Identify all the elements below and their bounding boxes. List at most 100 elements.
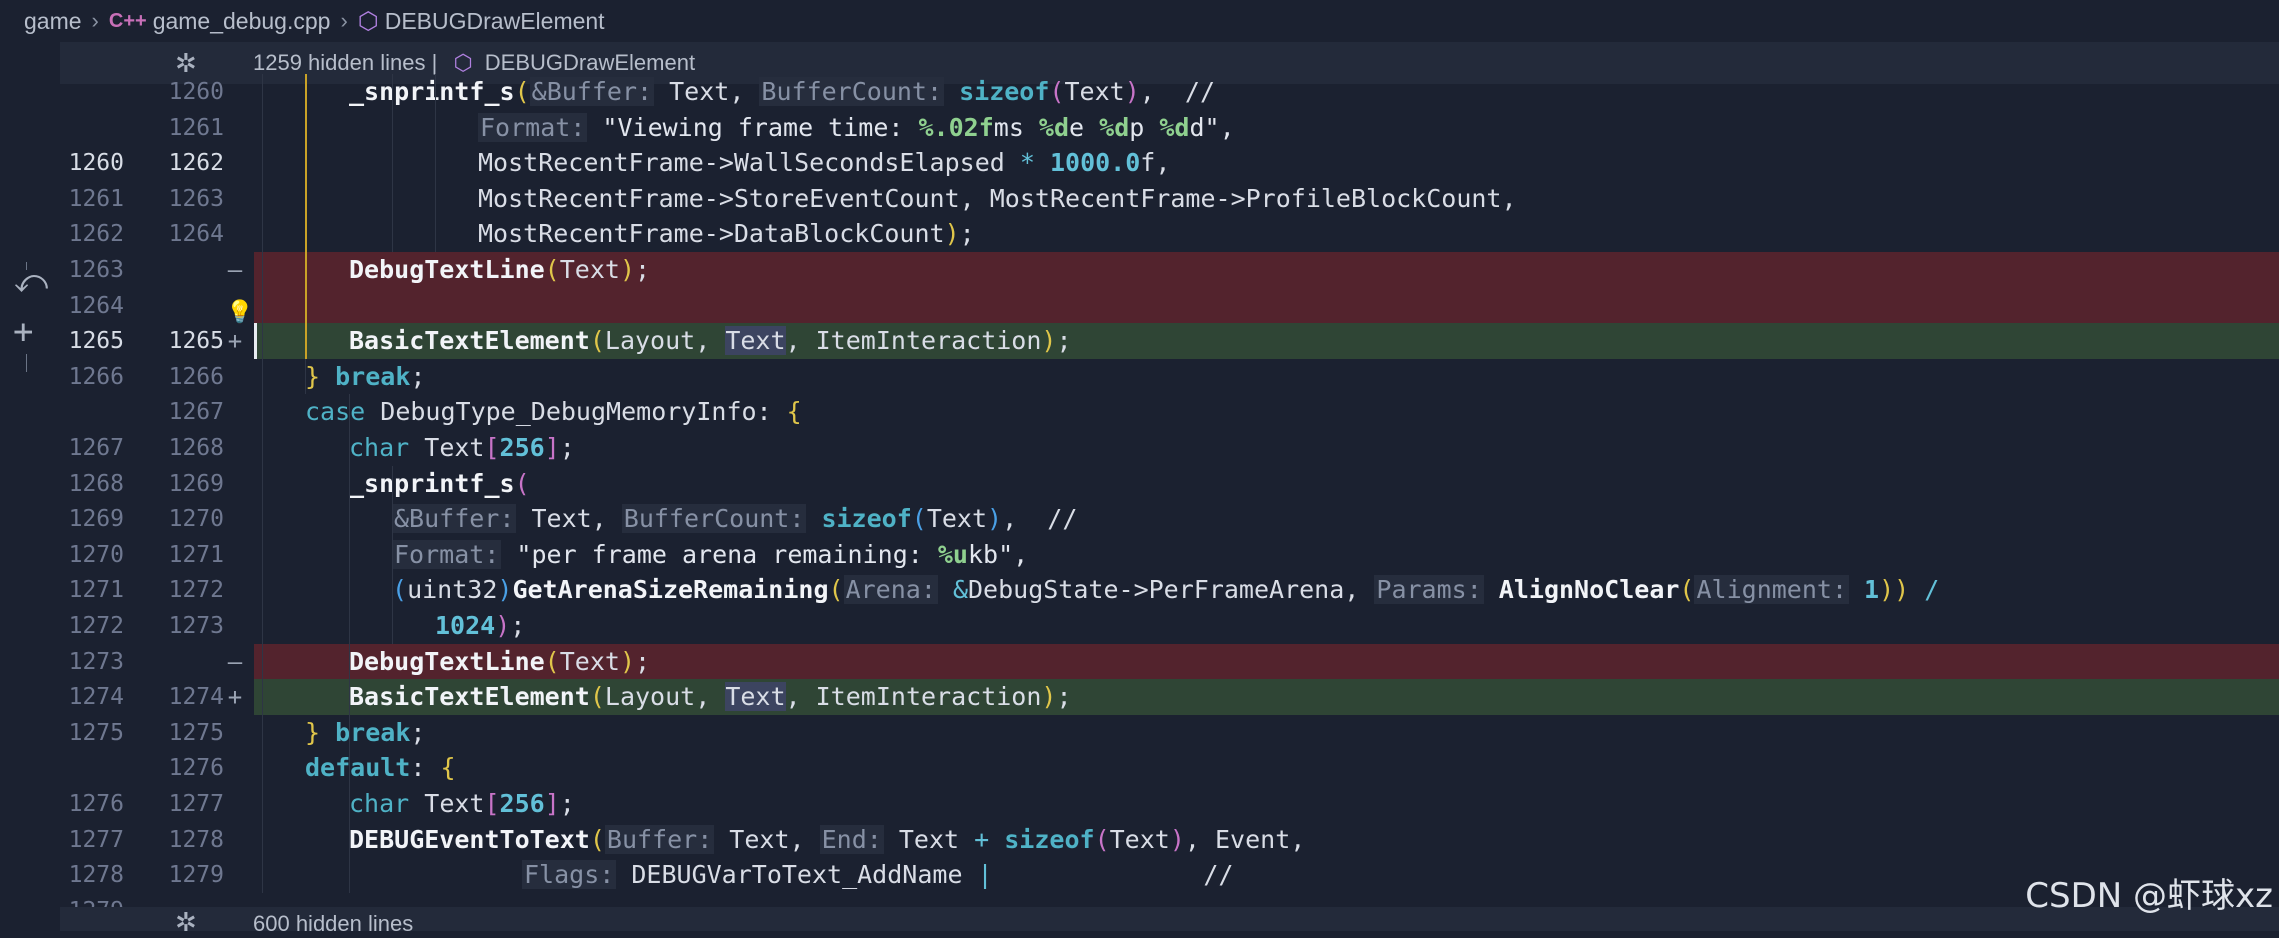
line-background bbox=[254, 466, 2279, 502]
code-token: Params: bbox=[1374, 575, 1484, 605]
code-token: ( bbox=[589, 682, 605, 712]
code-token: ; bbox=[410, 361, 426, 391]
code-line[interactable]: 1266 1266} break; bbox=[0, 359, 2279, 395]
code-line[interactable]: 1271 1272 (uint32)GetArenaSizeRemaining(Ar… bbox=[0, 572, 2279, 608]
code-token: Text, bbox=[714, 824, 820, 854]
line-background bbox=[254, 715, 2279, 751]
code-line[interactable]: 1269 1270 &Buffer: Text, BufferCount: size… bbox=[0, 501, 2279, 537]
code-line[interactable]: 1260 1262 MostRecentFrame->WallSecondsElap… bbox=[0, 145, 2279, 181]
deleted-line[interactable]: 1273 – DebugTextLine(Text); bbox=[0, 643, 2279, 680]
code-line[interactable]: 1277 1278 DEBUGEventToText(Buffer: Text, E… bbox=[0, 822, 2279, 858]
breadcrumb-root[interactable]: game bbox=[24, 8, 82, 35]
code-token: 256 bbox=[499, 433, 545, 462]
breadcrumb: game › C++ game_debug.cpp › ⬡ DEBUGDrawE… bbox=[0, 0, 2279, 42]
code-text: (uint32)GetArenaSizeRemaining(Arena: &De… bbox=[392, 572, 1939, 608]
code-line[interactable]: 1261 1263 MostRecentFrame->StoreEventCount… bbox=[0, 181, 2279, 217]
code-token: ; bbox=[635, 255, 651, 284]
added-line[interactable]: 1274 1274 + BasicTextElement(Layout, Text, … bbox=[0, 679, 2279, 716]
code-token: sizeof bbox=[989, 824, 1095, 854]
deleted-line[interactable]: 1263 – DebugTextLine(Text); bbox=[0, 252, 2279, 288]
code-token: + bbox=[974, 824, 990, 854]
plus-icon: + bbox=[227, 327, 243, 356]
code-line[interactable]: 1261 Format: "Viewing frame time: %.02fms… bbox=[0, 110, 2279, 146]
old-line-number: 1272 bbox=[68, 613, 124, 639]
code-token: uint32 bbox=[407, 575, 498, 605]
added-line[interactable]: 1265 1265 + BasicTextElement(Layout, Text, … bbox=[0, 323, 2279, 360]
code-token: ) bbox=[1041, 326, 1057, 356]
breadcrumb-symbol[interactable]: DEBUGDrawElement bbox=[385, 8, 605, 35]
code-token: ) bbox=[1124, 77, 1140, 106]
old-line-number: 1262 bbox=[68, 221, 124, 248]
code-line[interactable]: 1267 case DebugType_DebugMemoryInfo: { bbox=[0, 394, 2279, 430]
code-text: 1024); bbox=[435, 608, 525, 644]
code-token: DebugTextLine bbox=[349, 255, 545, 284]
code-token: sizeof bbox=[806, 504, 912, 534]
plus-icon: + bbox=[227, 683, 243, 712]
new-line-number: 1267 bbox=[168, 399, 224, 426]
code-token: ( bbox=[1049, 77, 1065, 106]
code-token: / bbox=[1909, 575, 1940, 605]
code-token: char bbox=[349, 433, 410, 462]
new-line-number: 1278 bbox=[168, 826, 224, 853]
indent-guide bbox=[349, 394, 350, 893]
code-token: default bbox=[305, 753, 411, 783]
deleted-line[interactable]: 1264 bbox=[0, 287, 2279, 324]
code-token: { bbox=[440, 753, 456, 783]
code-token: Alignment: bbox=[1694, 575, 1849, 605]
new-line-number: 1271 bbox=[168, 541, 224, 568]
indent-guide bbox=[392, 465, 393, 644]
code-token: BasicTextElement bbox=[349, 326, 590, 356]
code-line[interactable]: 1276 1277 char Text[256]; bbox=[0, 786, 2279, 822]
code-token: Text, bbox=[654, 77, 760, 106]
new-line-number: 1265 bbox=[168, 328, 224, 355]
hidden-lines-bar-bottom[interactable]: ✲ 600 hidden lines bbox=[125, 907, 2279, 937]
code-text: char Text[256]; bbox=[349, 430, 575, 466]
code-token: DEBUGVarToText_AddName bbox=[616, 860, 978, 890]
chevron-right-icon: › bbox=[91, 8, 99, 33]
new-line-number: 1275 bbox=[168, 719, 224, 746]
breadcrumb-file[interactable]: game_debug.cpp bbox=[153, 8, 331, 35]
code-token: MostRecentFrame->StoreEventCount, MostRe… bbox=[478, 183, 1517, 213]
code-token: | bbox=[977, 860, 993, 890]
code-token: 256 bbox=[499, 789, 545, 818]
code-token: Text bbox=[1064, 77, 1125, 106]
old-line-number: 1277 bbox=[68, 826, 124, 853]
new-line-number: 1273 bbox=[168, 613, 224, 639]
code-line[interactable]: 1276 default: { bbox=[0, 750, 2279, 786]
code-token: : bbox=[410, 753, 441, 783]
code-token: ] bbox=[544, 789, 560, 818]
expand-icon[interactable]: ✲ bbox=[175, 907, 197, 938]
code-token: , Event, bbox=[1184, 824, 1306, 854]
code-token: Format: bbox=[392, 539, 502, 569]
code-token: & bbox=[937, 575, 968, 605]
code-token: _snprintf_s bbox=[349, 77, 515, 106]
code-token: * bbox=[1019, 148, 1035, 178]
code-token: Format: bbox=[478, 112, 588, 142]
code-token: DebugType_DebugMemoryInfo: bbox=[365, 397, 787, 427]
line-background bbox=[254, 359, 2279, 395]
code-token: ( bbox=[589, 824, 605, 854]
code-line[interactable]: 1260 _snprintf_s(&Buffer: Text, BufferCou… bbox=[0, 74, 2279, 110]
code-line[interactable]: 1268 1269 _snprintf_s( bbox=[0, 466, 2279, 502]
code-line[interactable]: 1275 1275} break; bbox=[0, 715, 2279, 751]
lightbulb-icon[interactable]: 💡 bbox=[226, 300, 253, 325]
hidden-lines-count: 600 hidden lines bbox=[253, 911, 414, 936]
code-token: break bbox=[320, 717, 411, 747]
code-token: %.02f bbox=[918, 112, 994, 142]
code-line[interactable]: 1270 1271 Format: "per frame arena remaini… bbox=[0, 537, 2279, 573]
code-token: Text, bbox=[516, 504, 622, 534]
code-line[interactable]: 1267 1268 char Text[256]; bbox=[0, 430, 2279, 466]
code-token: , // bbox=[1139, 77, 1216, 106]
old-line-number: 1270 bbox=[68, 541, 124, 568]
code-token: 1024 bbox=[435, 611, 496, 640]
code-text: &Buffer: Text, BufferCount: sizeof(Text)… bbox=[392, 501, 1077, 537]
code-line[interactable]: 1272 1273 1024); bbox=[0, 608, 2279, 644]
new-line-number: 1263 bbox=[168, 185, 224, 212]
code-line[interactable]: 1278 1279 Flags: DEBUGVarToText_AddName | … bbox=[0, 857, 2279, 893]
code-token: DebugState->PerFrameArena, bbox=[968, 575, 1375, 605]
new-line-number: 1260 bbox=[168, 79, 224, 105]
code-line[interactable]: 1262 1264 MostRecentFrame->DataBlockCount)… bbox=[0, 216, 2279, 252]
code-token: GetArenaSizeRemaining bbox=[512, 575, 829, 605]
code-token: , ItemInteraction bbox=[785, 682, 1042, 712]
code-token: case bbox=[305, 397, 366, 427]
